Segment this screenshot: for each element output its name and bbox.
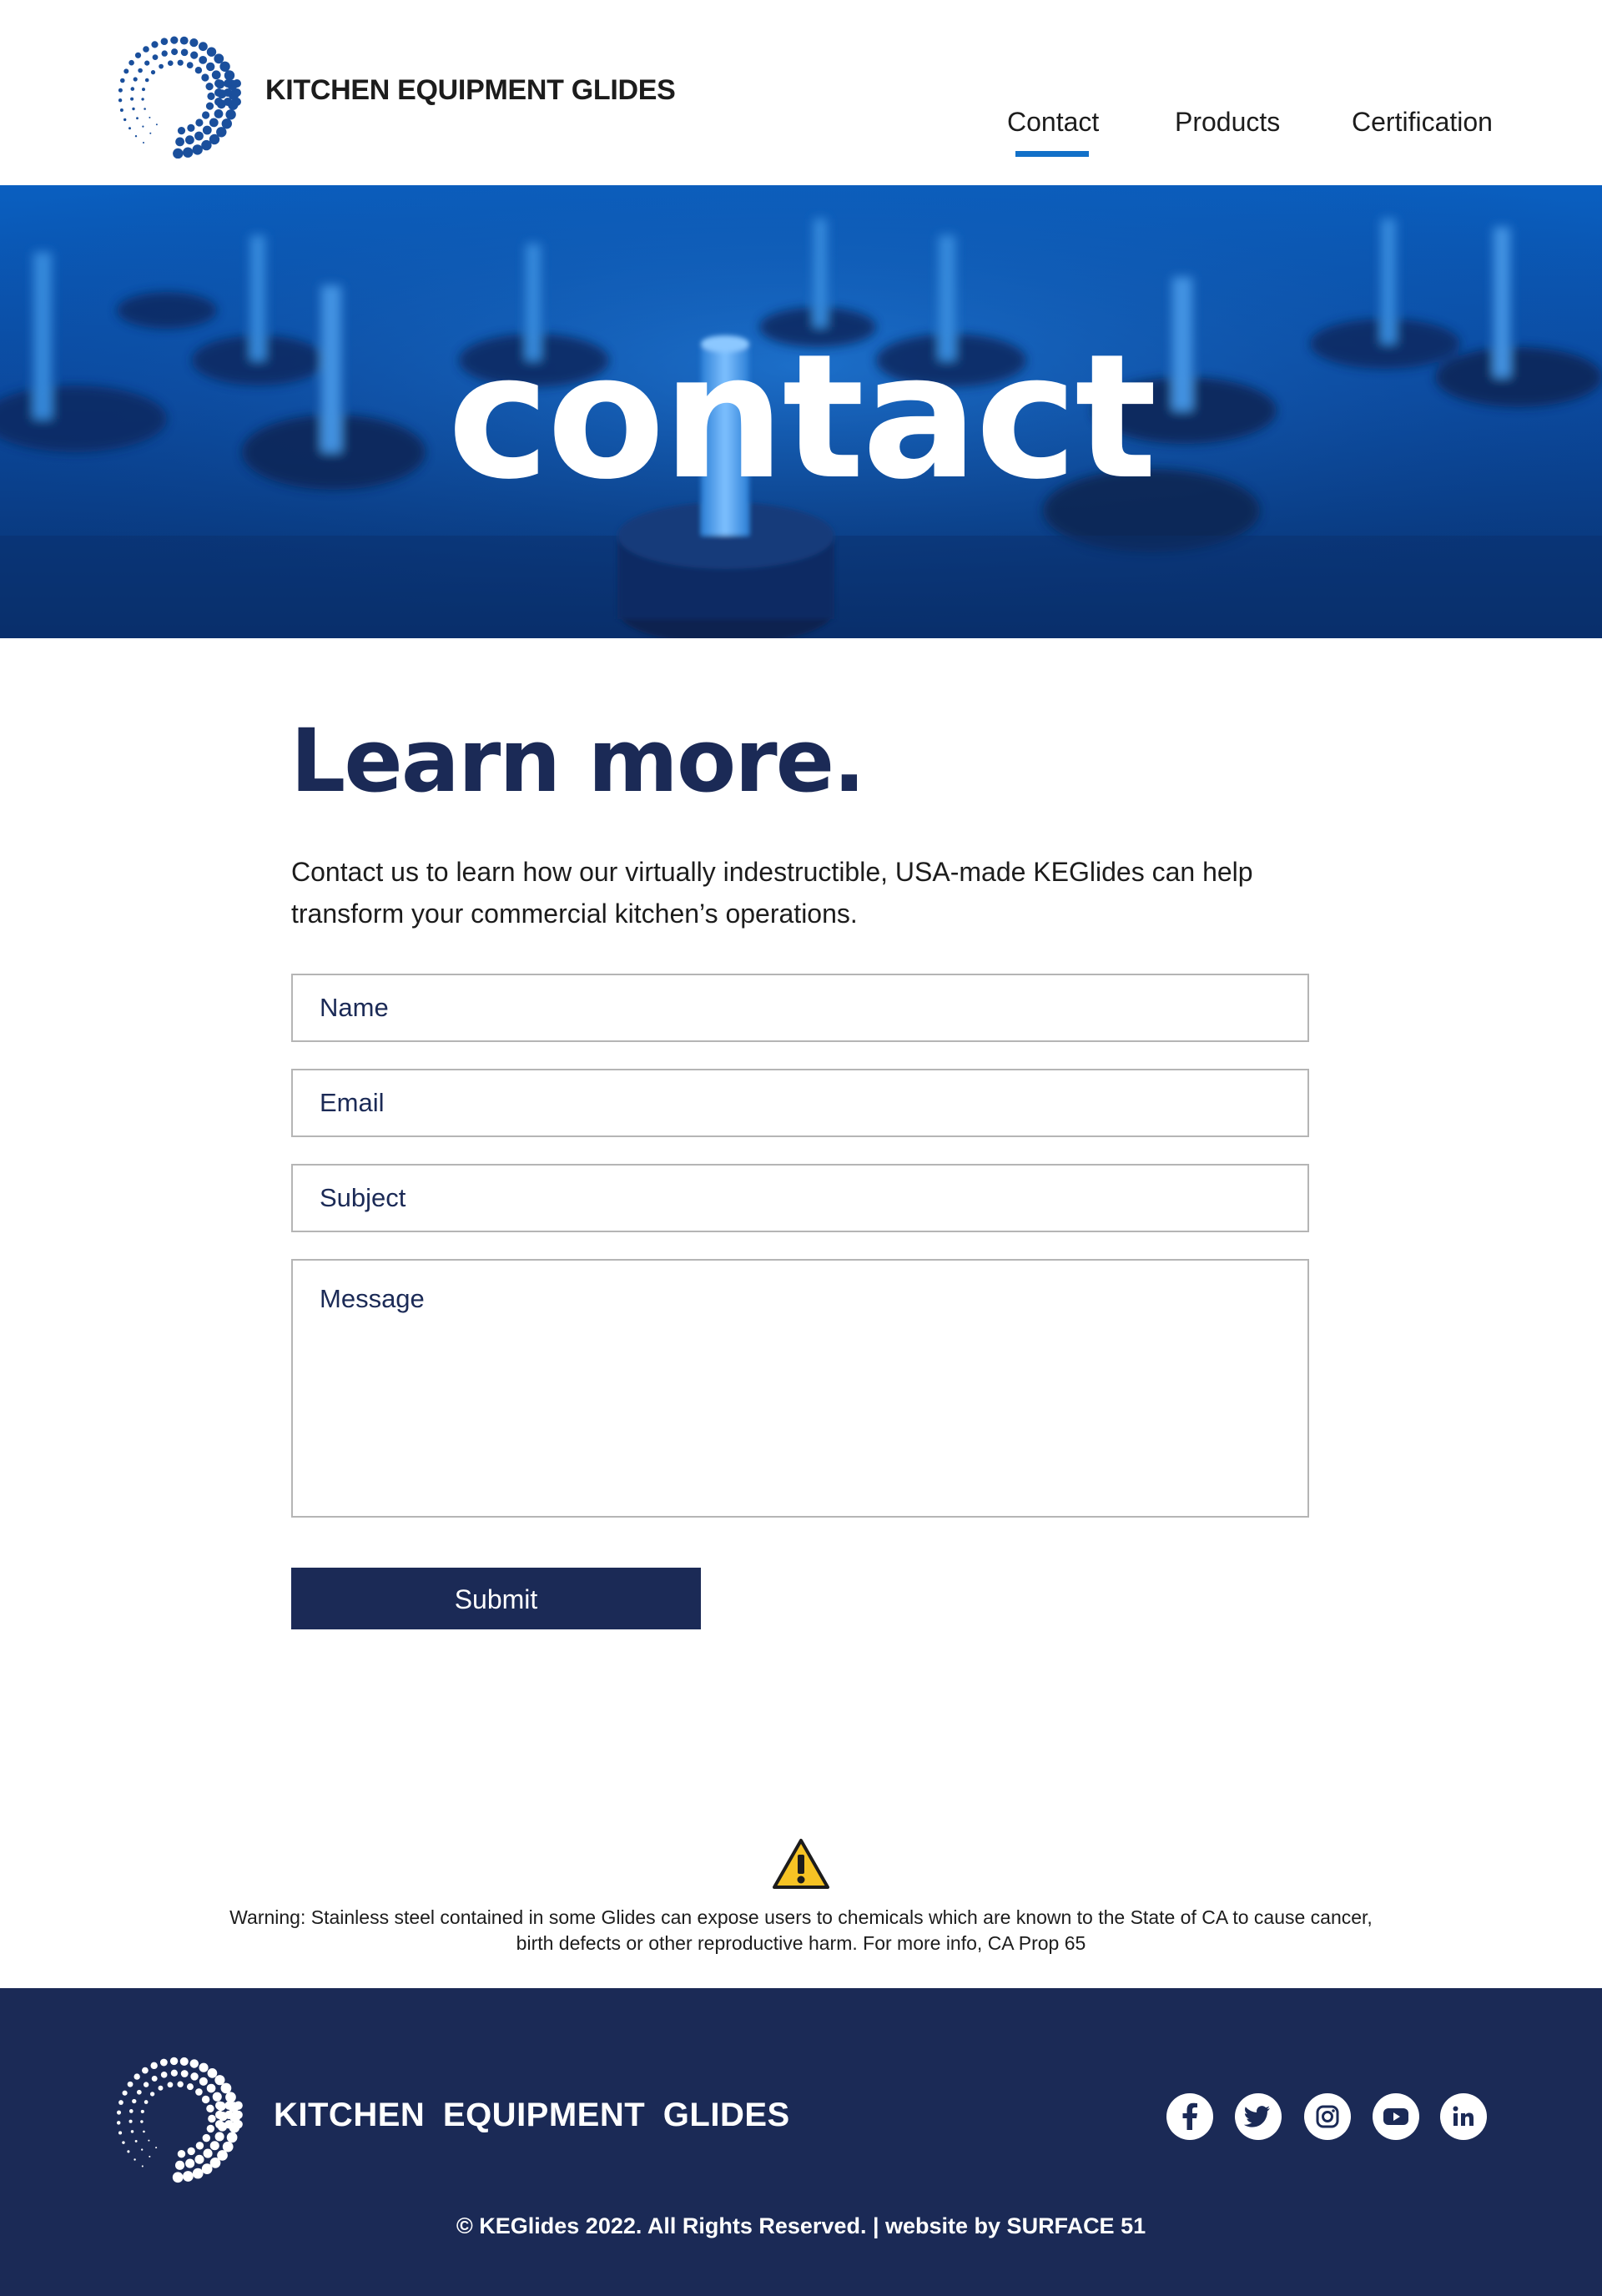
email-field — [291, 1069, 1309, 1137]
hero-title: contact — [447, 317, 1156, 517]
warning-line-1: Warning: Stainless steel contained in so… — [229, 1906, 1373, 1928]
message-field — [291, 1259, 1309, 1518]
copyright-text: © KEGlides 2022. All Rights Reserved. | … — [456, 2213, 1146, 2238]
submit-button[interactable]: Submit — [291, 1568, 701, 1629]
intro-line-1: Contact us to learn how our virtually in… — [291, 857, 1253, 887]
nav-active-indicator — [1015, 151, 1089, 157]
nav-products[interactable]: Products — [1175, 107, 1280, 138]
intro-text: Contact us to learn how our virtually in… — [291, 851, 1292, 934]
youtube-icon[interactable] — [1373, 2093, 1419, 2140]
nav-contact[interactable]: Contact — [1007, 107, 1099, 138]
facebook-icon[interactable] — [1166, 2093, 1213, 2140]
brand-name[interactable]: KITCHEN EQUIPMENT GLIDES — [265, 74, 676, 107]
brand-logo-icon[interactable] — [117, 32, 247, 159]
site-footer: KITCHEN EQUIPMENT GLIDES © KEGlides 2022… — [0, 1988, 1602, 2296]
name-input[interactable] — [293, 975, 1307, 1040]
subject-field — [291, 1164, 1309, 1232]
subject-input[interactable] — [293, 1166, 1307, 1231]
footer-brand-name: KITCHEN EQUIPMENT GLIDES — [274, 2097, 790, 2133]
linkedin-icon[interactable] — [1440, 2093, 1487, 2140]
footer-logo-icon[interactable] — [115, 2051, 249, 2184]
instagram-icon[interactable] — [1304, 2093, 1351, 2140]
warning-line-2: birth defects or other reproductive harm… — [516, 1932, 1086, 1954]
nav-certification[interactable]: Certification — [1352, 107, 1493, 138]
site-header: KITCHEN EQUIPMENT GLIDES Contact Product… — [0, 0, 1602, 185]
warning-icon — [773, 1839, 829, 1889]
email-input[interactable] — [293, 1070, 1307, 1135]
message-input[interactable] — [293, 1261, 1307, 1516]
hero-banner: contact — [0, 185, 1602, 638]
intro-line-2: transform your commercial kitchen’s oper… — [291, 899, 858, 929]
prop65-warning: Warning: Stainless steel contained in so… — [0, 1905, 1602, 1956]
twitter-icon[interactable] — [1235, 2093, 1282, 2140]
name-field — [291, 974, 1309, 1042]
page-heading: Learn more. — [290, 710, 866, 812]
